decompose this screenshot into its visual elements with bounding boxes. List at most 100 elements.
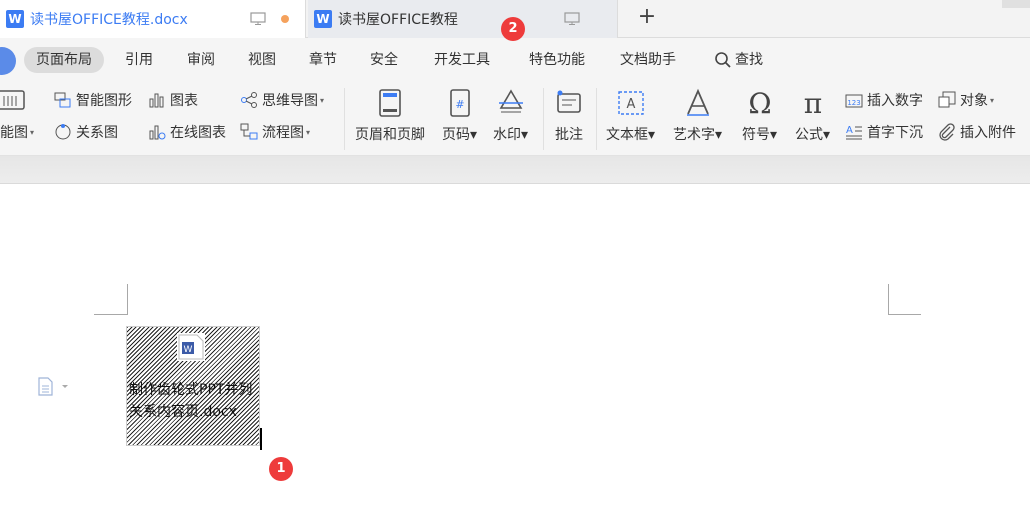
textbox-label: 文本框 [606,127,648,143]
watermark-icon [498,89,523,113]
menu-special-features[interactable]: 特色功能 [521,47,593,73]
smart-shape-button[interactable]: 智能图形 [54,90,132,110]
smartart-icon [0,90,25,110]
online-chart-button[interactable]: 在线图表 [148,122,226,142]
ribbon: 能图 ▾ 智能图形 关系图 图表 在线图表 思维导图 ▾ 流程图 ▾ 页眉和页脚 # … [0,82,1030,156]
page-corner-mark [888,284,921,315]
svg-text:#: # [455,98,464,111]
wps-writer-icon: W [6,10,24,28]
insert-number-icon: 123 [845,94,863,108]
window-edge [1002,0,1030,8]
page-number-button[interactable]: # 页码▾ [442,88,477,144]
comment-label: 批注 [555,127,583,143]
search-label: 查找 [735,52,763,68]
relation-chart-icon [55,124,71,140]
annotation-badge-2: 2 [501,17,525,41]
bar-chart-icon [149,93,164,108]
drop-cap-button[interactable]: A 首字下沉 [845,122,923,142]
symbol-button[interactable]: Ω 符号▾ [742,88,777,144]
page-number-label: 页码 [442,127,470,143]
ribbon-separator [344,88,345,150]
menu-bar: 页面布局 引用 审阅 视图 章节 安全 开发工具 特色功能 文档助手 查找 [0,38,1030,82]
menu-page-layout[interactable]: 页面布局 [24,47,104,73]
search-button[interactable]: 查找 [706,47,771,73]
object-icon [938,91,956,108]
ribbon-separator [596,88,597,150]
tab-title: 读书屋OFFICE教程.docx [30,12,188,28]
menu-security[interactable]: 安全 [362,47,406,73]
formula-label: 公式 [795,127,823,143]
svg-text:Ω: Ω [748,88,771,118]
omega-icon: Ω [748,88,771,118]
watermark-button[interactable]: 水印▾ [493,88,528,144]
annotation-badge-1: 1 [269,457,293,481]
svg-text:W: W [184,345,193,355]
embedded-file-object[interactable]: W 制作齿轮式PPT并列关系内容页.docx [126,326,260,446]
flowchart-icon [240,123,258,140]
drop-cap-icon: A [846,125,862,140]
drop-cap-label: 首字下沉 [867,125,923,141]
header-footer-icon [379,89,401,117]
menu-chapter[interactable]: 章节 [301,47,345,73]
monitor-icon[interactable] [250,12,266,25]
menu-developer-tools[interactable]: 开发工具 [426,47,498,73]
mindmap-icon [241,92,257,108]
wordart-button[interactable]: 艺术字▾ [673,88,722,144]
wordart-label: 艺术字 [673,127,715,143]
online-chart-label: 在线图表 [170,125,226,141]
relation-chart-button[interactable]: 关系图 [54,122,118,142]
page-number-icon: # [449,89,470,117]
pi-icon: π [803,88,821,118]
header-footer-label: 页眉和页脚 [355,127,425,143]
svg-text:π: π [803,88,821,118]
attachment-label: 插入附件 [960,125,1016,141]
smart-shape-label: 智能图形 [76,93,132,109]
insert-number-label: 插入数字 [867,93,923,109]
header-footer-button[interactable]: 页眉和页脚 [355,88,425,144]
menu-doc-assistant[interactable]: 文档助手 [612,47,684,73]
ribbon-shadow-band [0,156,1030,184]
object-button[interactable]: 对象 ▾ [938,90,994,110]
watermark-label: 水印 [493,127,521,143]
tab-title: 读书屋OFFICE教程 [338,12,458,28]
smart-shape-icon [54,92,71,108]
attachment-button[interactable]: 插入附件 [938,122,1016,142]
unsaved-dot-icon [281,15,289,23]
flowchart-label: 流程图 [262,125,304,141]
mindmap-button[interactable]: 思维导图 ▾ [240,90,324,110]
embedded-file-name: 制作齿轮式PPT并列关系内容页.docx [129,382,253,420]
word-file-icon: W [177,333,205,361]
textbox-icon: A [617,91,644,115]
insert-number-button[interactable]: 123 插入数字 [845,90,923,110]
tab-document[interactable]: W 读书屋OFFICE教程 [308,0,618,38]
search-icon [715,52,731,68]
flowchart-button[interactable]: 流程图 ▾ [240,122,310,142]
monitor-icon[interactable] [564,12,580,25]
wordart-icon [686,88,709,116]
paragraph-layout-icon[interactable] [38,376,70,396]
comment-icon [557,90,581,113]
ribbon-separator [543,88,544,150]
tab-document-docx[interactable]: W 读书屋OFFICE教程.docx [0,0,306,38]
page-corner-mark [94,284,128,315]
smartart-label: 能图 [0,125,28,141]
new-tab-button[interactable]: + [636,6,658,29]
chart-button[interactable]: 图表 [148,90,198,110]
svg-text:A: A [846,125,853,136]
textbox-button[interactable]: A 文本框▾ [606,88,655,144]
relation-chart-label: 关系图 [76,125,118,141]
formula-button[interactable]: π 公式▾ [795,88,830,144]
svg-text:123: 123 [847,99,860,107]
menu-references[interactable]: 引用 [117,47,161,73]
menu-view[interactable]: 视图 [240,47,284,73]
chart-label: 图表 [170,93,198,109]
menu-review[interactable]: 审阅 [179,47,223,73]
online-chart-icon [149,125,166,140]
smartart-button[interactable]: 能图 ▾ [0,122,34,142]
symbol-label: 符号 [742,127,770,143]
svg-text:A: A [626,97,635,112]
text-cursor [260,428,262,450]
object-label: 对象 [960,93,988,109]
comment-button[interactable]: 批注 [554,88,584,144]
paperclip-icon [939,123,955,141]
